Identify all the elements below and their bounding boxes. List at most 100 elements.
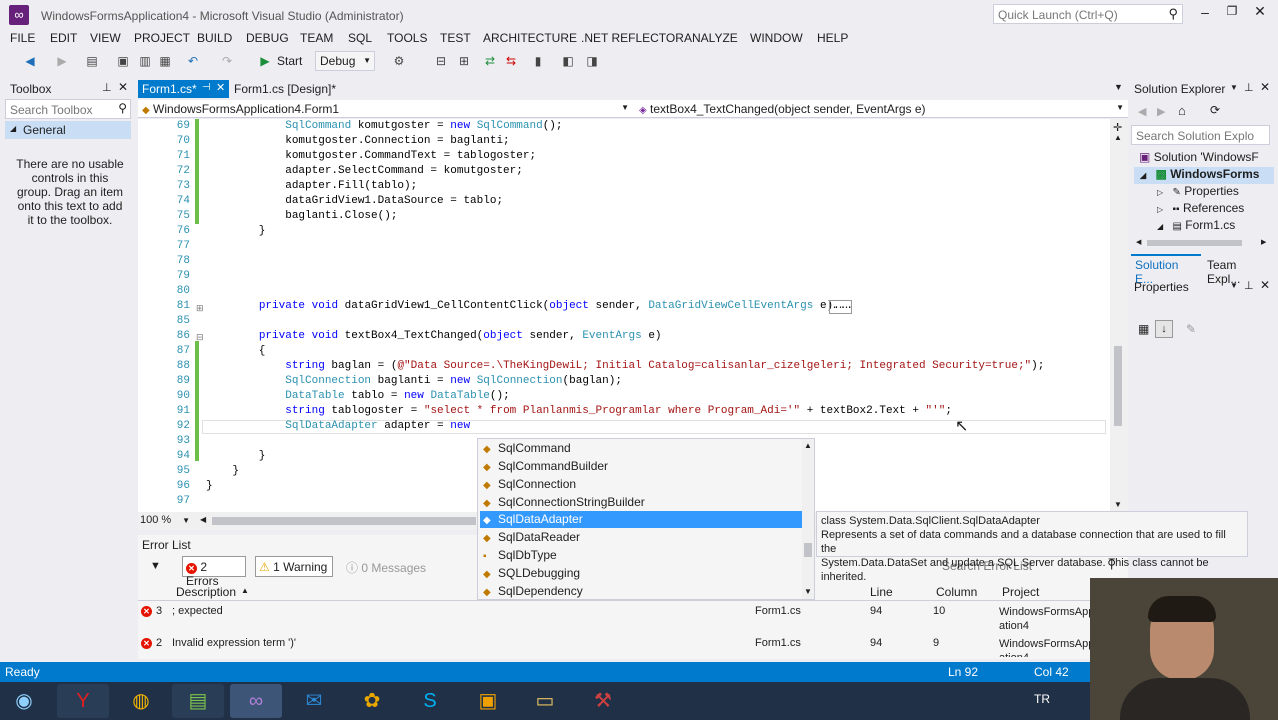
col-column[interactable]: Column <box>936 585 977 599</box>
code-line[interactable]: SqlCommand komutgoster = new SqlCommand(… <box>206 120 562 132</box>
completion-item[interactable]: ◆ SQLDebugging <box>480 565 802 582</box>
forward-icon[interactable]: ▶ <box>54 53 70 69</box>
sync-icon[interactable]: ⟳ <box>1210 103 1220 117</box>
chrome-icon[interactable]: ◍ <box>115 684 167 718</box>
scroll-right-icon[interactable]: ▶ <box>1261 238 1266 246</box>
close-button[interactable]: ✕ <box>1250 3 1270 21</box>
scroll-down-icon[interactable]: ▼ <box>804 587 812 596</box>
code-line[interactable]: } <box>206 465 239 477</box>
code-line[interactable]: adapter.SelectCommand = komutgoster; <box>206 165 523 177</box>
code-line[interactable]: string baglan = (@"Data Source=.\TheKing… <box>206 360 1044 372</box>
scroll-thumb[interactable] <box>1114 346 1122 426</box>
code-line[interactable]: private void dataGridView1_CellContentCl… <box>206 300 853 312</box>
collapse-icon[interactable]: ⊟ <box>196 332 204 343</box>
completion-item[interactable]: ◆ SqlConnection <box>480 476 802 493</box>
horizontal-scroll-thumb[interactable] <box>212 517 476 525</box>
quick-launch-input[interactable]: Quick Launch (Ctrl+Q) ⚲ <box>993 4 1183 24</box>
tab-overflow-icon[interactable]: ▼ <box>1114 82 1123 92</box>
code-line[interactable]: baglanti.Close(); <box>206 210 397 222</box>
menu-view[interactable]: VIEW <box>90 31 121 45</box>
collapsed-region-marker[interactable]: ... <box>829 300 852 314</box>
minimize-button[interactable]: – <box>1195 4 1215 22</box>
menu-analyze[interactable]: ANALYZE <box>684 31 738 45</box>
completion-scrollbar[interactable]: ▲ ▼ <box>802 439 814 599</box>
alphabetical-icon[interactable]: ↓ <box>1155 320 1173 338</box>
open-icon[interactable]: ▣ <box>115 53 131 69</box>
completion-item[interactable]: ◆ SqlDataReader <box>480 529 802 546</box>
toolbox-group-general[interactable]: ◢ General <box>5 121 131 139</box>
dropdown-icon[interactable]: ▼ <box>1230 83 1238 92</box>
menu-tools[interactable]: TOOLS <box>387 31 427 45</box>
menu-build[interactable]: BUILD <box>197 31 232 45</box>
warnings-filter-button[interactable]: ⚠ 1 Warning <box>255 556 333 577</box>
col-project[interactable]: Project <box>1002 585 1039 599</box>
editor-vertical-scrollbar[interactable]: ✛ ▲ ▼ <box>1110 119 1128 512</box>
tree-item-references[interactable]: ▷ ▪▪ References <box>1157 201 1244 215</box>
menu-team[interactable]: TEAM <box>300 31 333 45</box>
col-line[interactable]: Line <box>870 585 893 599</box>
pin-icon[interactable]: ⊥ <box>1244 279 1254 292</box>
code-line[interactable]: adapter.Fill(tablo); <box>206 180 417 192</box>
zoom-dropdown[interactable]: 100 % ▼ <box>140 514 190 528</box>
notepad-icon[interactable]: ▤ <box>172 684 224 718</box>
menu-file[interactable]: FILE <box>10 31 35 45</box>
scroll-thumb[interactable] <box>1147 240 1242 246</box>
undo-icon[interactable]: ↶ <box>185 53 201 69</box>
tab-solution-explorer[interactable]: Solution E... <box>1131 254 1201 286</box>
yandex-browser-icon[interactable]: Y <box>57 684 109 718</box>
collapse-icon[interactable]: ◢ <box>1157 222 1163 231</box>
align-icon[interactable]: ⊟ <box>433 53 449 69</box>
menu-window[interactable]: WINDOW <box>750 31 803 45</box>
errors-filter-button[interactable]: ✕ 2 Errors <box>182 556 246 588</box>
uncomment-icon[interactable]: ⇆ <box>503 53 519 69</box>
scroll-up-icon[interactable]: ▲ <box>804 441 812 450</box>
code-line[interactable]: } <box>206 225 266 237</box>
save-icon[interactable]: ▥ <box>137 53 153 69</box>
class-dropdown[interactable]: ◆ WindowsFormsApplication4.Form1 ▼ <box>138 100 633 118</box>
toolbox-search[interactable]: Search Toolbox ⚲ <box>5 99 131 119</box>
search-solution[interactable]: Search Solution Explo <box>1131 125 1270 145</box>
dropdown-icon[interactable]: ▼ <box>1230 281 1238 290</box>
code-line[interactable]: dataGridView1.DataSource = tablo; <box>206 195 503 207</box>
member-dropdown[interactable]: ◈ textBox4_TextChanged(object sender, Ev… <box>635 100 1128 118</box>
pin-icon[interactable]: ⊥ <box>1244 81 1254 94</box>
bookmark-prev-icon[interactable]: ◧ <box>560 53 576 69</box>
bookmark-next-icon[interactable]: ◨ <box>584 53 600 69</box>
tree-item-properties[interactable]: ▷ ✎ Properties <box>1157 184 1239 198</box>
attach-icon[interactable]: ⚙ <box>391 53 407 69</box>
menu-debug[interactable]: DEBUG <box>246 31 289 45</box>
pin-icon[interactable]: ⊥ <box>102 81 112 94</box>
scroll-left-icon[interactable]: ◀ <box>1136 238 1141 246</box>
tree-item-project[interactable]: ◢ ▩ WindowsForms <box>1134 167 1274 184</box>
restore-button[interactable]: ❐ <box>1222 4 1242 22</box>
outlook-2-icon[interactable]: ▣ <box>462 684 514 718</box>
table-row[interactable]: ✕ 3 ; expected Form1.cs 94 10 WindowsFor… <box>138 604 1128 634</box>
start-icon[interactable]: ▶ <box>257 53 273 69</box>
home-icon[interactable]: ⌂ <box>1178 103 1186 118</box>
tool-icon[interactable]: ⚒ <box>577 684 629 718</box>
menu-sql[interactable]: SQL <box>348 31 372 45</box>
menu-architecture[interactable]: ARCHITECTURE <box>483 31 577 45</box>
scroll-up-icon[interactable]: ▲ <box>1114 133 1122 142</box>
code-line[interactable]: DataTable tablo = new DataTable(); <box>206 390 510 402</box>
visual-studio-icon[interactable]: ∞ <box>230 684 282 718</box>
save-all-icon[interactable]: ▦ <box>157 53 173 69</box>
language-indicator[interactable]: TR <box>1034 692 1050 706</box>
completion-item[interactable]: ◆ SqlCommandBuilder <box>480 458 802 475</box>
code-line[interactable]: komutgoster.Connection = baglanti; <box>206 135 509 147</box>
property-pages-icon[interactable]: ✎ <box>1186 322 1196 336</box>
code-line[interactable]: } <box>206 450 266 462</box>
code-line[interactable]: } <box>206 480 213 492</box>
comment-icon[interactable]: ⇄ <box>482 53 498 69</box>
back-icon[interactable]: ◀ <box>1138 105 1146 118</box>
menu-help[interactable]: HELP <box>817 31 848 45</box>
tree-item-solution[interactable]: ▣ Solution 'WindowsF <box>1139 150 1274 166</box>
expand-icon[interactable]: ▷ <box>1157 205 1163 214</box>
explorer-icon[interactable]: ▭ <box>519 684 571 718</box>
code-line[interactable]: private void textBox4_TextChanged(object… <box>206 330 662 342</box>
forward-icon[interactable]: ▶ <box>1157 105 1165 118</box>
start-button[interactable]: Start <box>277 54 302 68</box>
toolbox-close-icon[interactable]: ✕ <box>118 80 128 94</box>
menu-test[interactable]: TEST <box>440 31 471 45</box>
code-line[interactable]: string tablogoster = "select * from Plan… <box>206 405 952 417</box>
